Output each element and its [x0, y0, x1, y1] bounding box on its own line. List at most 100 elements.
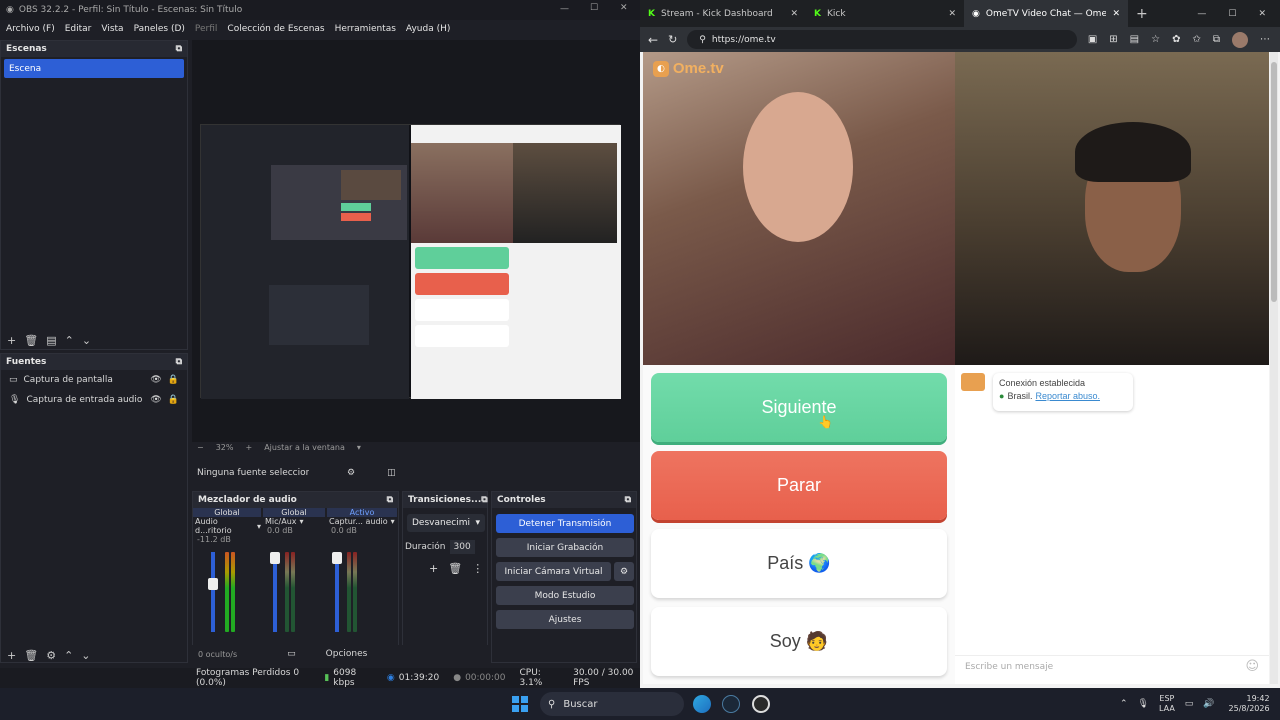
close-icon[interactable]: ✕: [620, 3, 628, 13]
scene-item[interactable]: Escena: [4, 59, 184, 78]
start-recording-button[interactable]: Iniciar Grabación: [496, 538, 634, 557]
gear-icon[interactable]: ⚙: [46, 649, 56, 662]
menu-coleccion[interactable]: Colección de Escenas: [227, 24, 324, 34]
duration-input[interactable]: 300: [449, 540, 475, 554]
collections-icon[interactable]: ⧉: [1213, 34, 1220, 45]
close-icon[interactable]: ✕: [790, 9, 798, 19]
zoom-in-icon[interactable]: +: [245, 443, 252, 452]
site-info-icon[interactable]: ⚲: [699, 35, 706, 45]
source-row[interactable]: 🎙 Captura de entrada audio 👁 🔒: [1, 390, 187, 410]
preview-area[interactable]: − 32% + Ajustar a la ventana ▾: [192, 40, 640, 452]
source-row[interactable]: ▭ Captura de pantalla 👁 🔒: [1, 370, 187, 390]
maximize-icon[interactable]: ☐: [590, 3, 598, 13]
scrollbar-thumb[interactable]: [1271, 62, 1277, 302]
add-icon[interactable]: +: [7, 334, 16, 347]
stop-stream-button[interactable]: Detener Transmisión: [496, 514, 634, 533]
chevron-down-icon[interactable]: ▾: [391, 517, 395, 526]
obs-taskbar-icon[interactable]: [752, 695, 770, 713]
menu-ayuda[interactable]: Ayuda (H): [406, 24, 450, 34]
taskbar-search[interactable]: ⚲ Buscar: [540, 692, 684, 716]
undock-icon[interactable]: ⧉: [481, 495, 487, 505]
language-indicator[interactable]: ESP LAA: [1159, 694, 1175, 714]
menu-editar[interactable]: Editar: [65, 24, 92, 34]
star-icon[interactable]: ☆: [1151, 34, 1160, 45]
chat-input[interactable]: Escribe un mensaje: [965, 662, 1053, 672]
gear-icon[interactable]: ⚙: [614, 562, 634, 581]
slider-handle[interactable]: [332, 552, 342, 564]
tab-kick-dashboard[interactable]: K Stream - Kick Dashboard ✕: [640, 0, 806, 27]
mic-icon[interactable]: 🎙: [1138, 699, 1149, 709]
chevron-down-icon[interactable]: ▾: [300, 517, 304, 526]
options-button[interactable]: Opciones: [326, 649, 368, 659]
report-abuse-link[interactable]: Reportar abuso.: [1035, 391, 1100, 401]
gender-button[interactable]: Soy 🧑: [651, 607, 947, 676]
reader-icon[interactable]: ▤: [1130, 34, 1139, 45]
minimize-icon[interactable]: —: [1197, 9, 1206, 19]
up-icon[interactable]: ⌃: [64, 649, 73, 662]
fit-window[interactable]: Ajustar a la ventana: [264, 443, 345, 452]
new-tab-icon[interactable]: +: [1128, 0, 1156, 27]
back-icon[interactable]: ←: [648, 33, 658, 47]
more-icon[interactable]: ⋯: [1260, 34, 1270, 45]
down-icon[interactable]: ⌄: [82, 334, 91, 347]
studio-mode-button[interactable]: Modo Estudio: [496, 586, 634, 605]
volume-slider[interactable]: [270, 552, 280, 632]
undock-icon[interactable]: ⧉: [625, 495, 631, 505]
favorites-icon[interactable]: ✩: [1192, 34, 1200, 45]
slider-handle[interactable]: [270, 552, 280, 564]
windows-start-icon[interactable]: [512, 696, 528, 712]
add-icon[interactable]: +: [7, 649, 16, 662]
undock-icon[interactable]: ⧉: [176, 44, 182, 54]
layout-icon[interactable]: ▭: [287, 649, 296, 659]
gear-icon[interactable]: ⚙: [347, 468, 355, 478]
minimize-icon[interactable]: —: [560, 4, 569, 14]
camera-icon[interactable]: ▣: [1088, 34, 1097, 45]
eye-icon[interactable]: 👁: [150, 395, 161, 405]
lock-icon[interactable]: 🔒: [168, 395, 179, 405]
next-button[interactable]: Siguiente: [651, 373, 947, 442]
maximize-icon[interactable]: ☐: [1228, 9, 1236, 19]
reload-icon[interactable]: ↻: [668, 33, 677, 46]
menu-archivo[interactable]: Archivo (F): [6, 24, 55, 34]
steam-icon[interactable]: [722, 695, 740, 713]
up-icon[interactable]: ⌃: [65, 334, 74, 347]
menu-herramientas[interactable]: Herramientas: [335, 24, 396, 34]
avatar[interactable]: [1232, 31, 1248, 48]
menu-vista[interactable]: Vista: [101, 24, 123, 34]
filter-icon[interactable]: ◫: [387, 468, 396, 478]
eye-icon[interactable]: 👁: [150, 375, 161, 385]
trash-icon[interactable]: 🗑: [24, 334, 38, 347]
lock-icon[interactable]: 🔒: [168, 375, 179, 385]
virtual-camera-button[interactable]: Iniciar Cámara Virtual: [496, 562, 611, 581]
down-icon[interactable]: ⌄: [81, 649, 90, 662]
volume-icon[interactable]: 🔊: [1203, 699, 1214, 709]
network-icon[interactable]: ▭: [1185, 699, 1194, 709]
apps-icon[interactable]: ⊞: [1109, 34, 1117, 45]
scrollbar[interactable]: [1270, 52, 1278, 684]
slider-handle[interactable]: [208, 578, 218, 590]
menu-perfil[interactable]: Perfil: [195, 24, 218, 34]
settings-button[interactable]: Ajustes: [496, 610, 634, 629]
url-field[interactable]: ⚲ https://ome.tv: [687, 30, 1078, 49]
close-icon[interactable]: ✕: [948, 9, 956, 19]
close-icon[interactable]: ✕: [1112, 9, 1120, 19]
trash-icon[interactable]: 🗑: [448, 562, 462, 575]
clock[interactable]: 19:42 25/8/2026: [1229, 694, 1270, 714]
menu-paneles[interactable]: Paneles (D): [134, 24, 185, 34]
trash-icon[interactable]: 🗑: [24, 649, 38, 662]
transition-select[interactable]: Desvanecimi ▾: [407, 514, 485, 532]
edge-icon[interactable]: [693, 695, 711, 713]
zoom-out-icon[interactable]: −: [197, 443, 204, 452]
extensions-icon[interactable]: ✿: [1172, 34, 1180, 45]
tab-kick[interactable]: K Kick ✕: [806, 0, 964, 27]
filter-icon[interactable]: ▤: [46, 334, 56, 347]
chevron-down-icon[interactable]: ▾: [357, 443, 361, 452]
close-icon[interactable]: ✕: [1258, 9, 1266, 19]
volume-slider[interactable]: [332, 552, 342, 632]
chevron-down-icon[interactable]: ▾: [257, 522, 261, 531]
stop-button[interactable]: Parar: [651, 451, 947, 520]
more-icon[interactable]: ⋮: [472, 562, 483, 575]
emoji-icon[interactable]: ☺: [1245, 659, 1259, 674]
add-icon[interactable]: +: [429, 562, 438, 575]
tab-ometv[interactable]: ◉ OmeTV Video Chat — Omegl ✕: [964, 0, 1128, 27]
